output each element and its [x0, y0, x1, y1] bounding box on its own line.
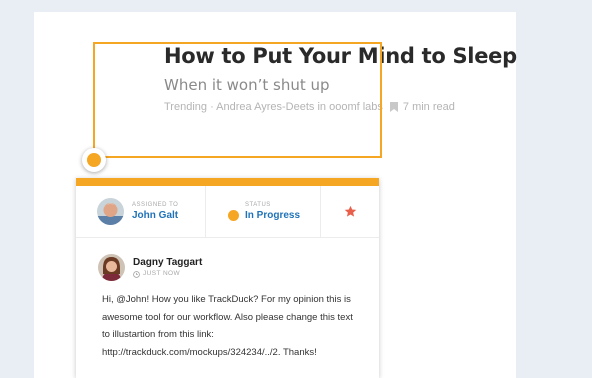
status-field[interactable]: STATUS In Progress: [206, 186, 321, 237]
comment-author: Dagny Taggart: [133, 257, 203, 268]
assigned-to-field[interactable]: ASSIGNED TO John Galt: [76, 186, 206, 237]
comment-body: Dagny Taggart JUST NOW Hi, @John! How yo…: [76, 238, 379, 361]
comment-time-text: JUST NOW: [143, 270, 181, 277]
read-time: 7 min read: [402, 101, 455, 113]
comment-meta: Dagny Taggart JUST NOW: [133, 256, 202, 279]
assignee-avatar: [97, 198, 124, 225]
clock-icon: [133, 270, 140, 278]
comment-header: Dagny Taggart JUST NOW: [98, 254, 379, 281]
assignee-name[interactable]: John Galt: [132, 209, 178, 222]
bookmark-icon[interactable]: [389, 102, 398, 112]
assigned-to-texts: ASSIGNED TO John Galt: [132, 201, 178, 222]
status-label: STATUS: [245, 202, 271, 208]
star-icon: [344, 205, 356, 217]
star-button[interactable]: [321, 186, 379, 237]
status-dot-icon: [228, 210, 239, 221]
annotation-pin-dot: [87, 153, 101, 167]
card-accent-bar: [76, 178, 379, 186]
assigned-to-label: ASSIGNED TO: [132, 202, 179, 208]
task-info-row: ASSIGNED TO John Galt STATUS In Progress: [76, 186, 379, 238]
status-texts: STATUS In Progress: [245, 201, 300, 222]
author-avatar: [98, 254, 125, 281]
annotation-pin[interactable]: [82, 148, 106, 172]
status-value[interactable]: In Progress: [245, 209, 300, 222]
comment-card: ASSIGNED TO John Galt STATUS In Progress: [76, 178, 379, 378]
annotation-selection-box[interactable]: [93, 42, 382, 158]
comment-text: Hi, @John! How you like TrackDuck? For m…: [102, 294, 353, 358]
comment-time: JUST NOW: [133, 269, 202, 279]
